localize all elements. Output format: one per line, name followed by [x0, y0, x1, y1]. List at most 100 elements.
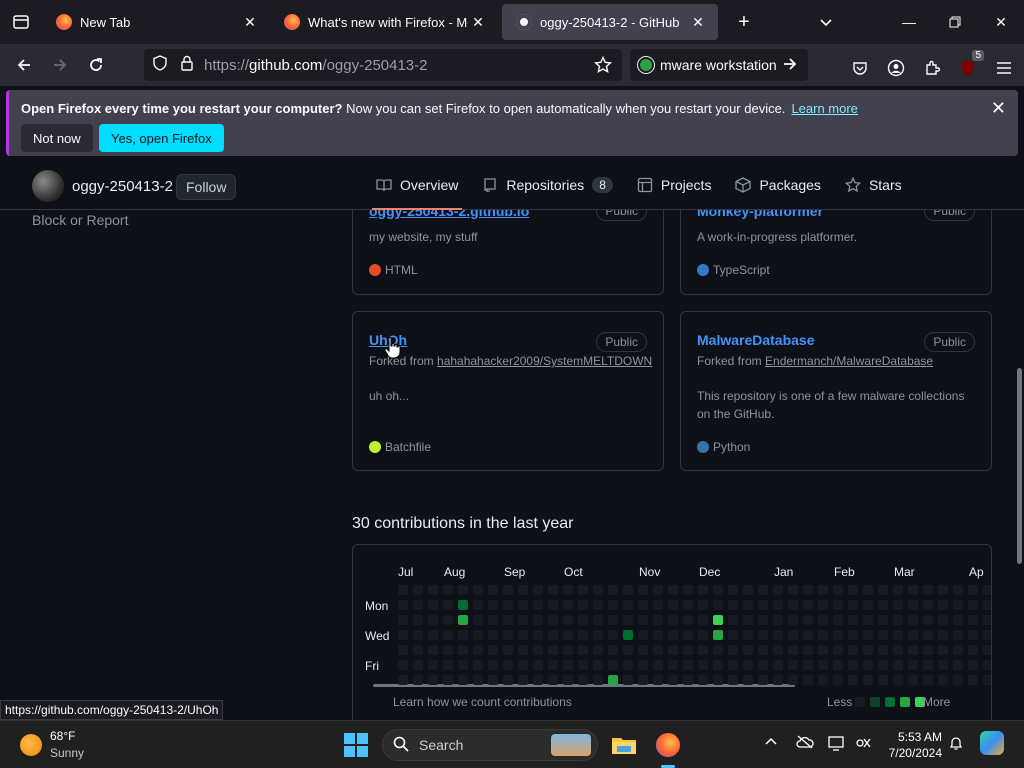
contribution-cell[interactable] [398, 585, 408, 595]
page-scrollbar[interactable] [1017, 368, 1022, 564]
contribution-cell[interactable] [638, 600, 648, 610]
contribution-cell[interactable] [413, 630, 423, 640]
sun-icon[interactable] [20, 734, 42, 756]
contribution-cell[interactable] [698, 660, 708, 670]
firefox-taskbar-icon[interactable] [652, 729, 684, 761]
forward-arrow-icon[interactable] [42, 47, 78, 83]
contribution-cell[interactable] [458, 600, 468, 610]
contribution-cell[interactable] [833, 675, 843, 685]
contribution-cell[interactable] [983, 660, 991, 670]
contribution-cell[interactable] [878, 585, 888, 595]
contribution-cell[interactable] [923, 645, 933, 655]
weather-condition[interactable]: Sunny [50, 746, 84, 760]
tab-overview[interactable]: Overview [371, 160, 463, 210]
tab-github[interactable]: oggy-250413-2 - GitHub ✕ [502, 4, 718, 40]
contribution-cell[interactable] [683, 645, 693, 655]
contribution-cell[interactable] [953, 615, 963, 625]
contribution-cell[interactable] [848, 600, 858, 610]
contribution-cell[interactable] [623, 615, 633, 625]
contribution-cell[interactable] [713, 630, 723, 640]
contribution-cell[interactable] [953, 600, 963, 610]
follow-button[interactable]: Follow [176, 174, 237, 200]
contribution-cell[interactable] [533, 630, 543, 640]
contribution-cell[interactable] [818, 645, 828, 655]
contribution-cell[interactable] [488, 630, 498, 640]
contribution-cell[interactable] [443, 660, 453, 670]
notification-bell-icon[interactable] [948, 735, 964, 754]
contribution-cell[interactable] [788, 660, 798, 670]
contribution-cell[interactable] [728, 600, 738, 610]
contribution-cell[interactable] [578, 585, 588, 595]
tab-new-tab[interactable]: New Tab ✕ [42, 4, 270, 40]
contribution-cell[interactable] [578, 645, 588, 655]
contribution-cell[interactable] [953, 645, 963, 655]
open-firefox-button[interactable]: Yes, open Firefox [99, 124, 224, 152]
contribution-cell[interactable] [488, 660, 498, 670]
contribution-cell[interactable] [443, 630, 453, 640]
chevron-down-icon[interactable] [814, 10, 838, 34]
bookmark-star-icon[interactable] [593, 55, 613, 79]
contribution-cell[interactable] [908, 600, 918, 610]
contribution-cell[interactable] [518, 585, 528, 595]
contribution-cell[interactable] [638, 585, 648, 595]
contribution-cell[interactable] [503, 660, 513, 670]
contribution-cell[interactable] [698, 585, 708, 595]
contribution-cell[interactable] [653, 585, 663, 595]
contribution-cell[interactable] [863, 660, 873, 670]
contribution-cell[interactable] [878, 600, 888, 610]
contribution-cell[interactable] [938, 660, 948, 670]
contribution-cell[interactable] [668, 630, 678, 640]
back-arrow-icon[interactable] [6, 47, 42, 83]
contribution-cell[interactable] [638, 675, 648, 685]
display-icon[interactable] [828, 735, 846, 754]
contribution-cell[interactable] [458, 660, 468, 670]
contribution-cell[interactable] [398, 660, 408, 670]
contribution-cell[interactable] [848, 585, 858, 595]
close-icon[interactable]: ✕ [991, 98, 1006, 119]
contribution-cell[interactable] [728, 660, 738, 670]
contribution-cell[interactable] [683, 615, 693, 625]
contribution-cell[interactable] [758, 630, 768, 640]
contribution-cell[interactable] [818, 660, 828, 670]
contribution-cell[interactable] [683, 660, 693, 670]
contribution-cell[interactable] [578, 675, 588, 685]
contribution-cell[interactable] [578, 615, 588, 625]
contribution-cell[interactable] [668, 645, 678, 655]
firefox-view-icon[interactable] [0, 0, 42, 44]
contribution-cell[interactable] [818, 585, 828, 595]
contribution-cell[interactable] [938, 585, 948, 595]
contribution-cell[interactable] [968, 675, 978, 685]
contribution-cell[interactable] [518, 675, 528, 685]
contribution-cell[interactable] [788, 600, 798, 610]
contribution-cell[interactable] [653, 660, 663, 670]
contribution-cell[interactable] [668, 600, 678, 610]
contribution-cell[interactable] [563, 585, 573, 595]
minimize-icon[interactable]: — [886, 0, 932, 44]
contribution-cell[interactable] [488, 675, 498, 685]
contribution-cell[interactable] [698, 630, 708, 640]
contribution-cell[interactable] [548, 660, 558, 670]
contribution-cell[interactable] [953, 585, 963, 595]
contribution-cell[interactable] [593, 600, 603, 610]
contribution-cell[interactable] [758, 660, 768, 670]
contribution-cell[interactable] [803, 675, 813, 685]
contribution-cell[interactable] [428, 615, 438, 625]
contribution-cell[interactable] [788, 585, 798, 595]
contribution-cell[interactable] [428, 600, 438, 610]
contribution-cell[interactable] [653, 600, 663, 610]
contribution-cell[interactable] [968, 645, 978, 655]
contribution-cell[interactable] [788, 645, 798, 655]
contribution-cell[interactable] [848, 630, 858, 640]
contribution-cell[interactable] [548, 615, 558, 625]
contribution-cell[interactable] [863, 645, 873, 655]
contribution-cell[interactable] [893, 645, 903, 655]
contribution-cell[interactable] [608, 630, 618, 640]
contribution-cell[interactable] [413, 615, 423, 625]
contribution-cell[interactable] [863, 615, 873, 625]
contribution-cell[interactable] [728, 675, 738, 685]
contribution-cell[interactable] [788, 615, 798, 625]
contribution-cell[interactable] [533, 585, 543, 595]
contribution-cell[interactable] [428, 660, 438, 670]
file-explorer-icon[interactable] [608, 729, 640, 761]
contribution-cell[interactable] [923, 675, 933, 685]
